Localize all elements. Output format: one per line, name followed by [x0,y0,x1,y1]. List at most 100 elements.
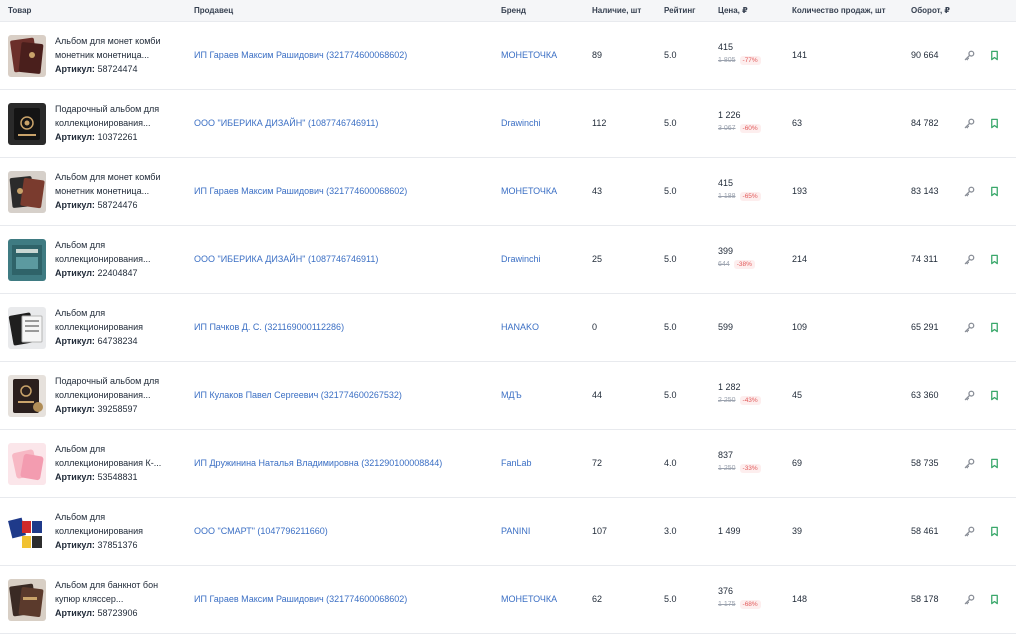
article-number: 53548831 [97,472,138,482]
table-row[interactable]: Альбом для коллекционирования Артикул: 6… [0,294,1016,362]
table-row[interactable]: Альбом для монет комби монетник монетниц… [0,158,1016,226]
seller-link[interactable]: ИП Кулаков Павел Сергеевич (321774600267… [194,390,402,400]
seller-link[interactable]: ООО "СМАРТ" (1047796211660) [194,526,328,536]
product-thumbnail[interactable] [8,103,46,145]
current-price: 1 226 [718,110,741,120]
sales-value: 148 [792,594,808,604]
brand-link[interactable]: HANAKO [501,322,539,332]
brand-link[interactable]: FanLab [501,458,532,468]
key-icon[interactable] [962,592,976,606]
product-thumbnail[interactable] [8,307,46,349]
product-name[interactable]: Альбом для монет комби монетник монетниц… [55,34,177,62]
product-thumbnail[interactable] [8,35,46,77]
table-row[interactable]: Альбом для коллекционирования... Артикул… [0,226,1016,294]
current-price: 1 282 [718,382,741,392]
discount-badge: -65% [739,192,761,201]
brand-link[interactable]: Drawinchi [501,118,541,128]
price-cell: 1 499 [718,526,741,536]
products-table: Товар Продавец Бренд Наличие, шт Рейтинг… [0,0,1016,634]
brand-link[interactable]: МОНЕТОЧКА [501,186,557,196]
old-price-line: 1 805 -77% [718,56,761,65]
header-brand[interactable]: Бренд [501,6,526,15]
seller-link[interactable]: ИП Пачков Д. С. (321169000112286) [194,322,344,332]
table-header: Товар Продавец Бренд Наличие, шт Рейтинг… [0,0,1016,22]
product-name[interactable]: Альбом для коллекционирования [55,510,177,538]
product-thumbnail[interactable] [8,239,46,281]
key-icon[interactable] [962,184,976,198]
seller-link[interactable]: ИП Гараев Максим Рашидович (321774600068… [194,50,407,60]
header-seller[interactable]: Продавец [194,6,233,15]
sales-value: 45 [792,390,803,400]
header-sales[interactable]: Количество продаж, шт [792,6,886,15]
product-name[interactable]: Альбом для коллекционирования К-... [55,442,177,470]
product-thumbnail[interactable] [8,375,46,417]
product-article: Артикул: 58724476 [55,198,177,212]
product-name[interactable]: Альбом для банкнот бон купюр кляссер... [55,578,177,606]
bookmark-icon[interactable] [987,252,1001,266]
product-info: Подарочный альбом для коллекционирования… [55,374,177,416]
key-icon[interactable] [962,320,976,334]
product-name[interactable]: Подарочный альбом для коллекционирования… [55,374,177,402]
bookmark-icon[interactable] [987,116,1001,130]
seller-link[interactable]: ИП Гараев Максим Рашидович (321774600068… [194,186,407,196]
key-icon[interactable] [962,524,976,538]
article-label: Артикул: [55,472,95,482]
header-price[interactable]: Цена, ₽ [718,6,748,15]
stock-value: 62 [592,594,603,604]
bookmark-icon[interactable] [987,524,1001,538]
product-name[interactable]: Альбом для коллекционирования... [55,238,177,266]
bookmark-icon[interactable] [987,592,1001,606]
bookmark-icon[interactable] [987,388,1001,402]
rating-value: 5.0 [664,50,677,60]
bookmark-icon[interactable] [987,456,1001,470]
table-row[interactable]: Альбом для банкнот бон купюр кляссер... … [0,566,1016,634]
key-icon[interactable] [962,388,976,402]
product-thumbnail[interactable] [8,579,46,621]
brand-link[interactable]: PANINI [501,526,530,536]
stock-value: 43 [592,186,603,196]
key-icon[interactable] [962,48,976,62]
discount-badge: -43% [739,396,761,405]
product-name[interactable]: Подарочный альбом для коллекционирования… [55,102,177,130]
seller-link[interactable]: ООО "ИБЕРИКА ДИЗАЙН" (1087746746911) [194,254,378,264]
product-thumbnail[interactable] [8,171,46,213]
product-thumbnail[interactable] [8,511,46,553]
header-turnover[interactable]: Оборот, ₽ [911,6,950,15]
seller-link[interactable]: ИП Дружинина Наталья Владимировна (32129… [194,458,442,468]
table-row[interactable]: Альбом для монет комби монетник монетниц… [0,22,1016,90]
article-label: Артикул: [55,404,95,414]
brand-link[interactable]: МОНЕТОЧКА [501,594,557,604]
bookmark-icon[interactable] [987,184,1001,198]
key-icon[interactable] [962,116,976,130]
rating-value: 4.0 [664,458,677,468]
header-product[interactable]: Товар [8,6,31,15]
rating-value: 5.0 [664,390,677,400]
key-icon[interactable] [962,252,976,266]
stock-value: 44 [592,390,603,400]
bookmark-icon[interactable] [987,320,1001,334]
bookmark-icon[interactable] [987,48,1001,62]
brand-link[interactable]: Drawinchi [501,254,541,264]
brand-link[interactable]: МОНЕТОЧКА [501,50,557,60]
header-rating[interactable]: Рейтинг [664,6,696,15]
article-number: 39258597 [97,404,138,414]
table-row[interactable]: Подарочный альбом для коллекционирования… [0,362,1016,430]
article-number: 37851376 [97,540,138,550]
table-row[interactable]: Альбом для коллекционирования Артикул: 3… [0,498,1016,566]
old-price: 2 250 [718,397,736,404]
key-icon[interactable] [962,456,976,470]
product-name[interactable]: Альбом для коллекционирования [55,306,177,334]
price-cell: 837 1 250 -33% [718,450,761,473]
product-thumbnail[interactable] [8,443,46,485]
brand-link[interactable]: МДЪ [501,390,522,400]
stock-value: 89 [592,50,603,60]
sales-value: 193 [792,186,808,196]
seller-link[interactable]: ООО "ИБЕРИКА ДИЗАЙН" (1087746746911) [194,118,378,128]
table-row[interactable]: Альбом для коллекционирования К-... Арти… [0,430,1016,498]
price-cell: 376 1 175 -68% [718,586,761,609]
table-row[interactable]: Подарочный альбом для коллекционирования… [0,90,1016,158]
header-stock[interactable]: Наличие, шт [592,6,641,15]
turnover-value: 63 360 [911,390,939,400]
product-name[interactable]: Альбом для монет комби монетник монетниц… [55,170,177,198]
seller-link[interactable]: ИП Гараев Максим Рашидович (321774600068… [194,594,407,604]
